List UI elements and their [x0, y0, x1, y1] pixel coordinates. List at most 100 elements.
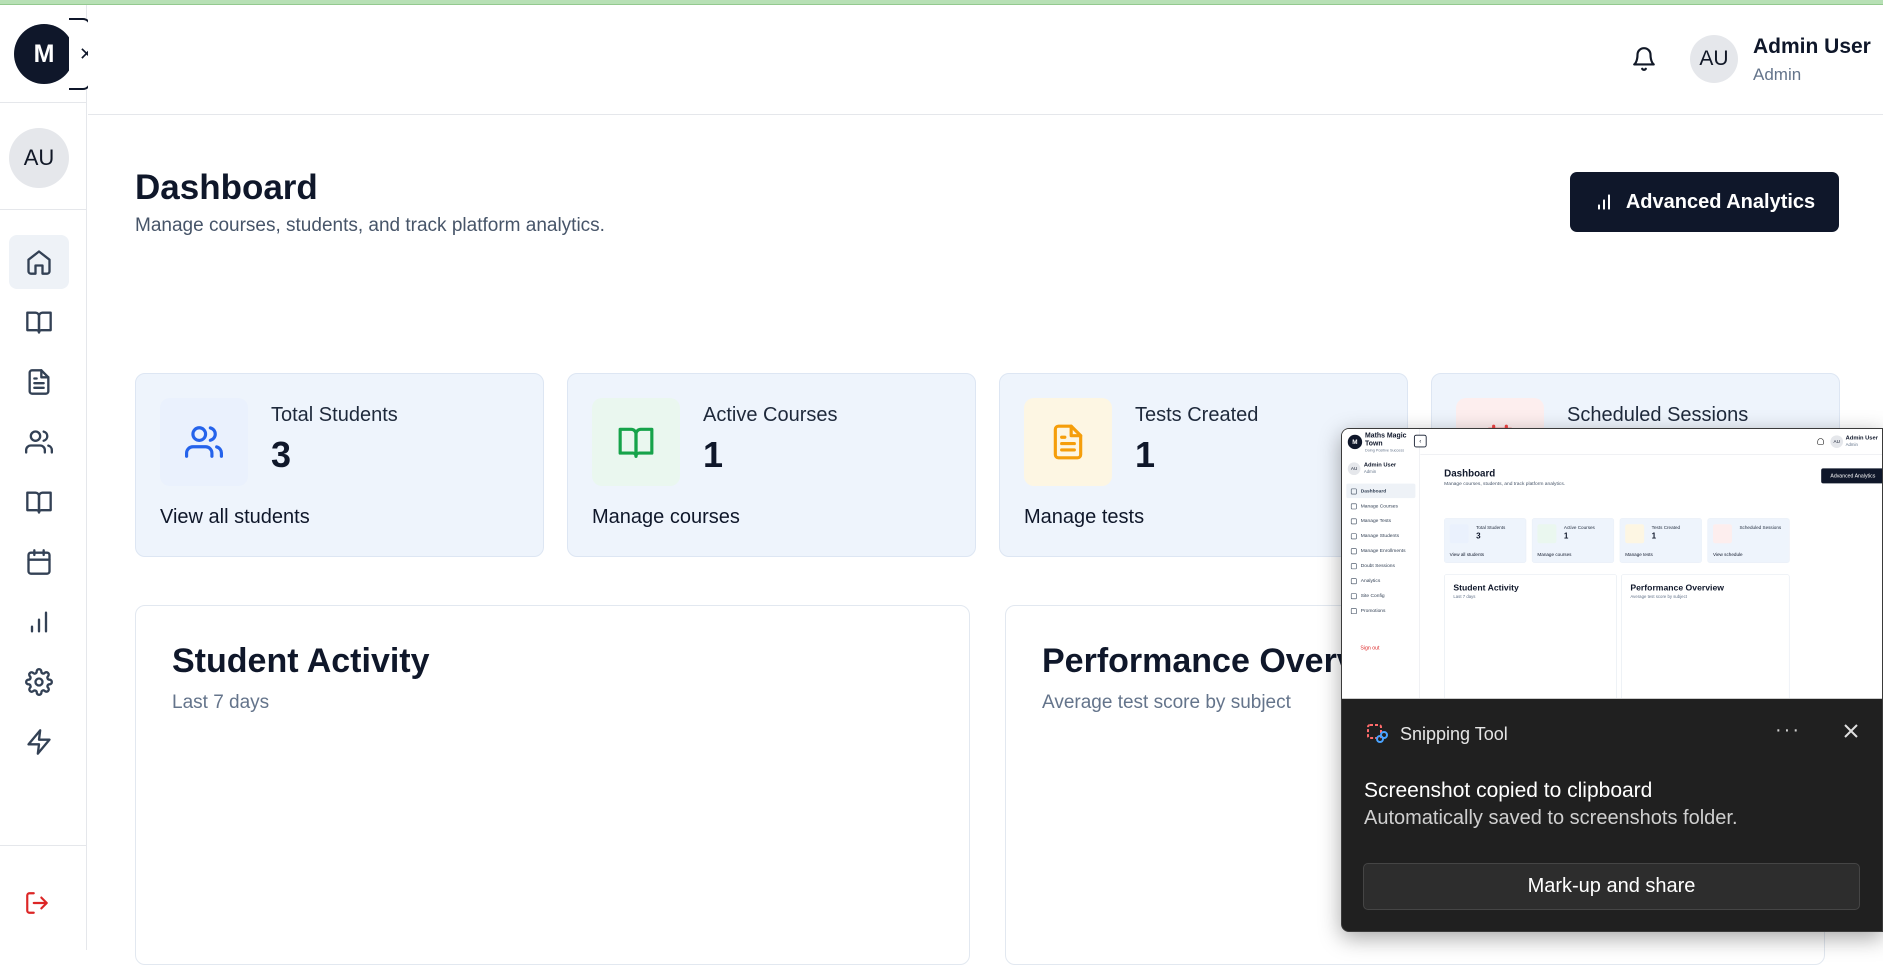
stat-icon-box	[592, 398, 680, 486]
avatar[interactable]: AU	[1690, 35, 1738, 83]
notifications-button[interactable]	[1631, 46, 1661, 76]
more-options-button[interactable]: ···	[1775, 719, 1801, 742]
preview-analytics-button: Advanced Analytics	[1821, 468, 1882, 484]
preview-card: Scheduled Sessions View schedule	[1707, 518, 1790, 563]
preview-panel-title: Performance Overview	[1630, 582, 1724, 593]
stat-card-students[interactable]: Total Students 3 View all students	[135, 373, 544, 557]
calendar-icon	[27, 549, 51, 575]
preview-logo: M	[1347, 434, 1363, 450]
sidebar-item-enrollments[interactable]	[9, 475, 69, 529]
users-icon	[185, 426, 223, 458]
preview-card-link: Manage courses	[1537, 552, 1572, 558]
preview-card: Active Courses 1 Manage courses	[1531, 518, 1614, 563]
preview-panel-subtitle: Average test score by subject	[1630, 594, 1687, 600]
stat-value: 1	[1135, 434, 1156, 475]
snipping-tool-notification[interactable]: M Maths Magic Town Doing Positive Succes…	[1341, 428, 1883, 932]
preview-brand-sub: Doing Positive Success	[1365, 447, 1405, 453]
student-activity-panel: Student Activity Last 7 days	[135, 605, 970, 965]
preview-card-label: Tests Created	[1651, 525, 1681, 531]
mark-up-and-share-button[interactable]: Mark-up and share	[1363, 863, 1860, 910]
avatar: AU	[1347, 462, 1361, 476]
zap-icon	[27, 729, 51, 755]
preview-brand: Maths Magic Town	[1365, 431, 1407, 448]
notification-message: Screenshot copied to clipboard	[1364, 779, 1653, 802]
users-icon	[1449, 524, 1469, 544]
sidebar-item-settings[interactable]	[9, 655, 69, 709]
sidebar-item-tests[interactable]	[9, 355, 69, 409]
preview-canvas: M Maths Magic Town Doing Positive Succes…	[1342, 429, 1882, 698]
preview-nav-item: Manage Enrollments	[1346, 544, 1415, 558]
preview-header-name: Admin User	[1845, 434, 1878, 442]
panel-title: Student Activity	[172, 642, 430, 680]
bar-chart-icon	[30, 611, 48, 633]
preview-card-label: Total Students	[1476, 525, 1506, 531]
preview-title: Dashboard	[1444, 467, 1496, 479]
sidebar-item-courses[interactable]	[9, 295, 69, 349]
user-role: Admin	[1753, 65, 1802, 84]
stat-label: Total Students	[271, 404, 398, 426]
file-text-icon	[1053, 424, 1083, 460]
user-name: Admin User	[1753, 35, 1871, 58]
bell-icon	[1633, 47, 1655, 71]
preview-nav-item: Dashboard	[1346, 483, 1416, 499]
sidebar-user-row: AU	[0, 103, 86, 210]
preview-card-value: 1	[1563, 531, 1569, 541]
preview-card-value: 1	[1651, 531, 1657, 541]
stat-label: Scheduled Sessions	[1567, 404, 1749, 426]
notification-app: Snipping Tool	[1366, 723, 1508, 745]
sidebar-item-promotions[interactable]	[9, 715, 69, 769]
preview-header: AU Admin User Admin	[1420, 429, 1882, 455]
close-notification-button[interactable]	[1837, 717, 1865, 745]
preview-nav-item: Analytics	[1346, 573, 1415, 587]
book-open-icon	[618, 427, 654, 458]
advanced-analytics-button[interactable]: Advanced Analytics	[1570, 172, 1839, 232]
preview-subtitle: Manage courses, students, and track plat…	[1444, 480, 1566, 487]
screenshot-preview[interactable]: M Maths Magic Town Doing Positive Succes…	[1342, 429, 1882, 699]
stat-label: Tests Created	[1135, 404, 1259, 426]
sidebar-item-dashboard[interactable]	[9, 235, 69, 289]
book-open-icon	[1537, 524, 1557, 544]
app-logo[interactable]: M	[14, 24, 74, 84]
preview-card-label: Active Courses	[1563, 525, 1595, 531]
preview-nav-item: Site Config	[1346, 588, 1415, 602]
advanced-analytics-label: Advanced Analytics	[1625, 190, 1816, 213]
notification-app-name: Snipping Tool	[1400, 723, 1508, 744]
stat-card-courses[interactable]: Active Courses 1 Manage courses	[567, 373, 976, 557]
file-text-icon	[1625, 524, 1645, 544]
preview-header-role: Admin	[1845, 442, 1858, 448]
stat-label: Active Courses	[703, 404, 838, 426]
snipping-tool-icon	[1366, 723, 1388, 745]
sidebar-item-students[interactable]	[9, 415, 69, 469]
panel-subtitle: Average test score by subject	[1042, 692, 1291, 713]
page-subtitle: Manage courses, students, and track plat…	[135, 215, 605, 236]
preview-sidebar: M Maths Magic Town Doing Positive Succes…	[1342, 429, 1427, 698]
sidebar-item-analytics[interactable]	[9, 595, 69, 649]
preview-user: AU Admin User Admin	[1347, 461, 1414, 478]
gear-icon	[25, 668, 53, 696]
view-all-students-link[interactable]: View all students	[160, 506, 310, 529]
manage-courses-link[interactable]: Manage courses	[592, 506, 740, 529]
preview-panel-title: Student Activity	[1453, 582, 1519, 593]
log-out-icon	[26, 892, 48, 914]
logout-button[interactable]	[24, 890, 54, 920]
bell-icon	[1817, 438, 1824, 445]
sidebar-logo-row: M ✕	[0, 5, 91, 103]
sidebar-item-sessions[interactable]	[9, 535, 69, 589]
preview-nav-item: Manage Tests	[1346, 514, 1415, 528]
home-icon	[27, 250, 51, 275]
avatar[interactable]: AU	[9, 128, 69, 188]
stat-value: 1	[703, 434, 724, 475]
preview-card-link: View schedule	[1712, 552, 1743, 558]
preview-nav-item: Manage Students	[1346, 529, 1415, 543]
preview-card-link: View all students	[1449, 552, 1485, 558]
file-text-icon	[28, 369, 50, 395]
close-icon	[1844, 724, 1858, 738]
top-header: AU Admin User Admin	[88, 5, 1883, 115]
preview-card-value: 3	[1476, 531, 1481, 541]
preview-card: Tests Created 1 Manage tests	[1619, 518, 1702, 563]
preview-panel: Student Activity Last 7 days	[1444, 574, 1617, 698]
manage-tests-link[interactable]: Manage tests	[1024, 506, 1144, 529]
preview-nav-item: Doubt Sessions	[1346, 559, 1415, 573]
preview-nav-item: Promotions	[1346, 603, 1415, 617]
preview-card-link: Manage tests	[1625, 552, 1653, 558]
